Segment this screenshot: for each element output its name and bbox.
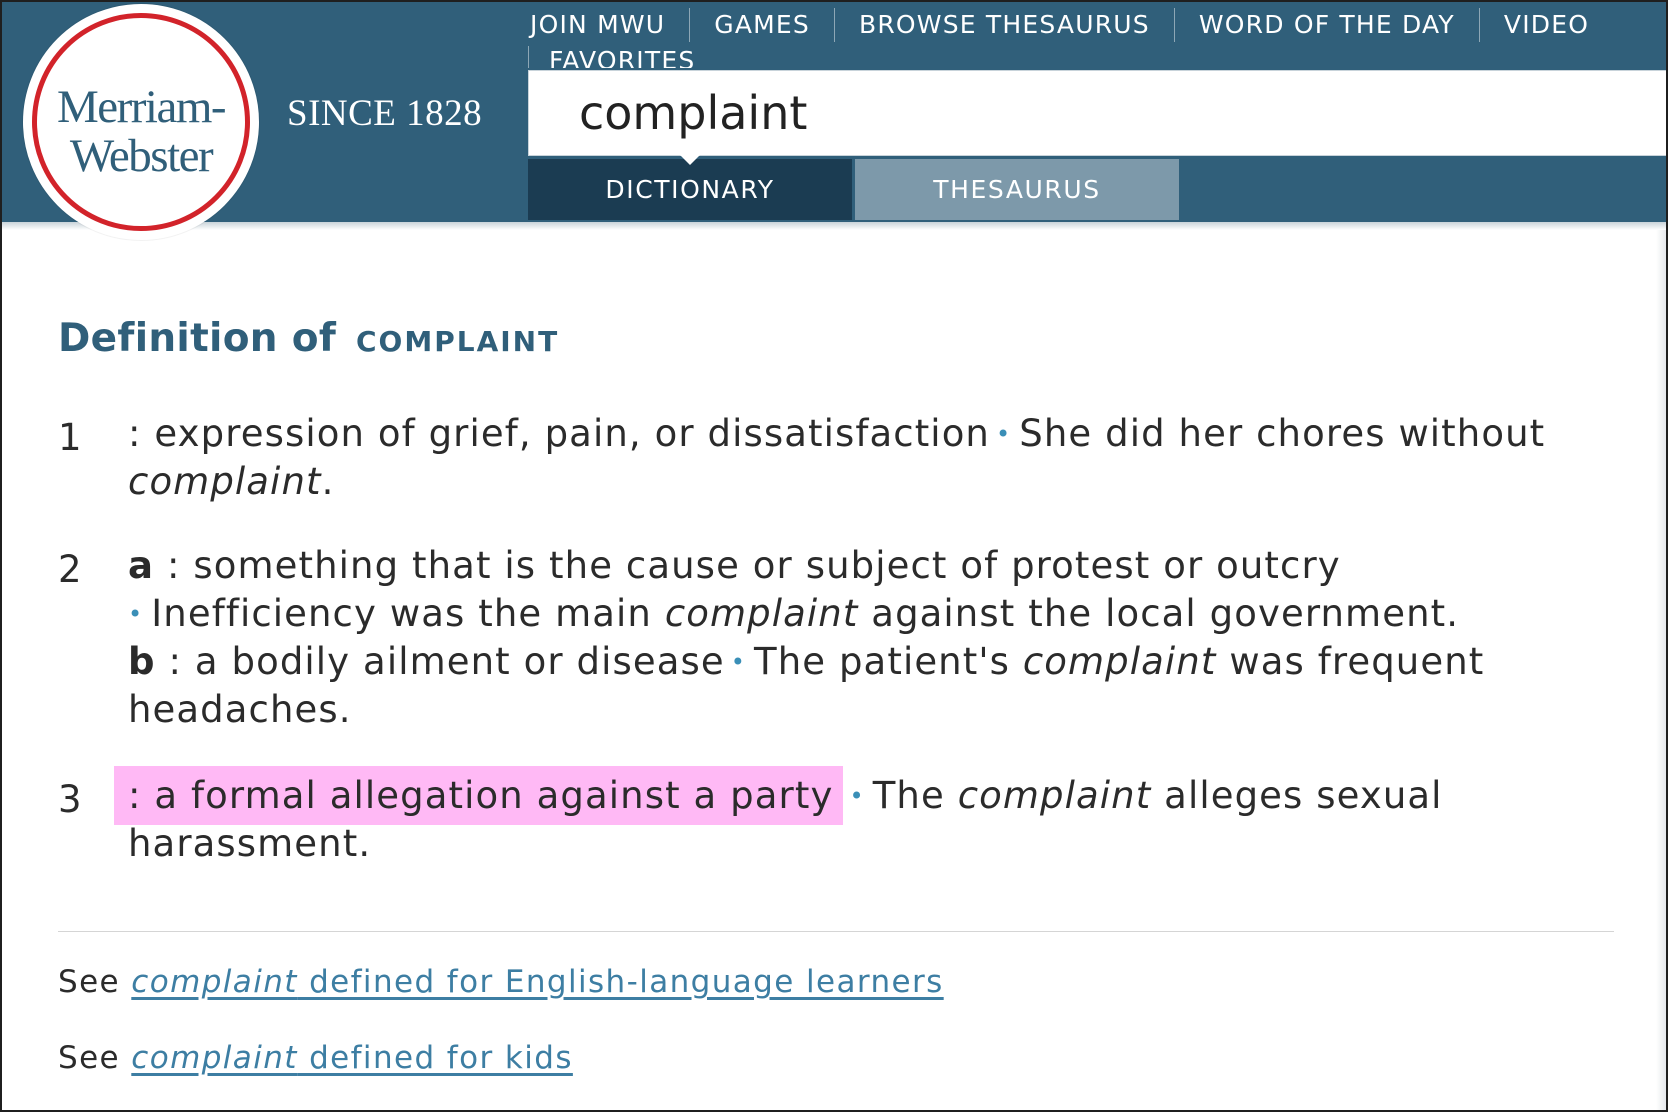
definition-heading: Definition of COMPLAINT — [58, 316, 559, 361]
sense-body: : a formal allegation against a party • Th… — [114, 766, 1618, 868]
active-tab-caret — [679, 154, 701, 165]
link-headword: complaint — [131, 1040, 298, 1076]
search-box[interactable] — [528, 70, 1666, 156]
kids-definition-link[interactable]: complaint defined for kids — [131, 1040, 573, 1076]
page: SINCE 1828 JOIN MWU GAMES BROWSE THESAUR… — [2, 2, 1666, 1110]
sense-number: 3 — [58, 778, 83, 821]
divider — [58, 931, 1614, 932]
subsense-letter: a — [128, 544, 155, 587]
see-also-kids: See complaint defined for kids — [58, 1040, 573, 1076]
learners-definition-link[interactable]: complaint defined for English-language l… — [131, 964, 943, 1000]
tagline: SINCE 1828 — [287, 93, 483, 134]
example-text: Inefficiency was the main — [151, 592, 665, 635]
example-headword: complaint — [957, 774, 1152, 817]
nav-join-mwu[interactable]: JOIN MWU — [528, 8, 689, 42]
example-bullet-icon: • — [849, 782, 865, 810]
link-text: defined for English-language learners — [297, 964, 944, 1000]
nav-video[interactable]: VIDEO — [1478, 8, 1613, 42]
tab-dictionary[interactable]: DICTIONARY — [528, 159, 852, 220]
nav-word-of-the-day[interactable]: WORD OF THE DAY — [1173, 8, 1479, 42]
tab-thesaurus[interactable]: THESAURUS — [855, 159, 1179, 220]
sense-number: 1 — [58, 416, 83, 459]
header-shadow — [2, 222, 1666, 230]
sense-definition: : expression of grief, pain, or dissatis… — [128, 412, 990, 455]
example-bullet-icon: • — [128, 600, 144, 628]
example-headword: complaint — [1022, 640, 1217, 683]
see-also-learners: See complaint defined for English-langua… — [58, 964, 944, 1000]
highlighted-definition: : a formal allegation against a party — [114, 766, 844, 825]
example-text-end: . — [321, 460, 335, 503]
example-headword: complaint — [664, 592, 859, 635]
subsense-a: a : something that is the cause or subje… — [128, 542, 1618, 638]
sense-definition: : a bodily ailment or disease — [155, 640, 725, 683]
nav-browse-thesaurus[interactable]: BROWSE THESAURUS — [833, 8, 1174, 42]
see-prefix: See — [58, 1040, 121, 1076]
search-input[interactable] — [579, 83, 1579, 143]
see-prefix: See — [58, 964, 121, 1000]
example-text: She did her chores without — [1019, 412, 1546, 455]
logo-text-merriam: Merriam- — [56, 81, 227, 133]
sense-definition: : something that is the cause or subject… — [154, 544, 1341, 587]
top-nav: JOIN MWU GAMES BROWSE THESAURUS WORD OF … — [528, 6, 1613, 44]
merriam-webster-logo[interactable]: Merriam- Webster — [23, 4, 259, 240]
example-text: The — [872, 774, 958, 817]
link-headword: complaint — [131, 964, 298, 1000]
link-text: defined for kids — [297, 1040, 573, 1076]
nav-favorites[interactable]: FAVORITES — [528, 46, 719, 68]
right-edge-shadow — [1656, 230, 1666, 1110]
example-bullet-icon: • — [995, 420, 1012, 448]
sense-1: 1 : expression of grief, pain, or dissat… — [58, 410, 1618, 506]
subsense-letter: b — [128, 640, 156, 683]
sense-2: 2 a : something that is the cause or sub… — [58, 542, 1618, 734]
example-headword: complaint — [128, 460, 322, 503]
nav-games[interactable]: GAMES — [689, 8, 834, 42]
logo-text-webster: Webster — [69, 130, 214, 182]
definition-headword: COMPLAINT — [356, 325, 560, 358]
example-text: The patient's — [754, 640, 1023, 683]
sense-body: : expression of grief, pain, or dissatis… — [128, 410, 1618, 506]
definition-heading-label: Definition of — [58, 316, 337, 361]
sense-number: 2 — [58, 548, 83, 591]
sense-body: a : something that is the cause or subje… — [128, 542, 1618, 734]
sense-3: 3 : a formal allegation against a party •… — [58, 766, 1618, 868]
subsense-b: b : a bodily ailment or disease • The pati… — [128, 638, 1618, 734]
example-text-end: against the local government. — [858, 592, 1460, 635]
example-bullet-icon: • — [730, 648, 746, 676]
